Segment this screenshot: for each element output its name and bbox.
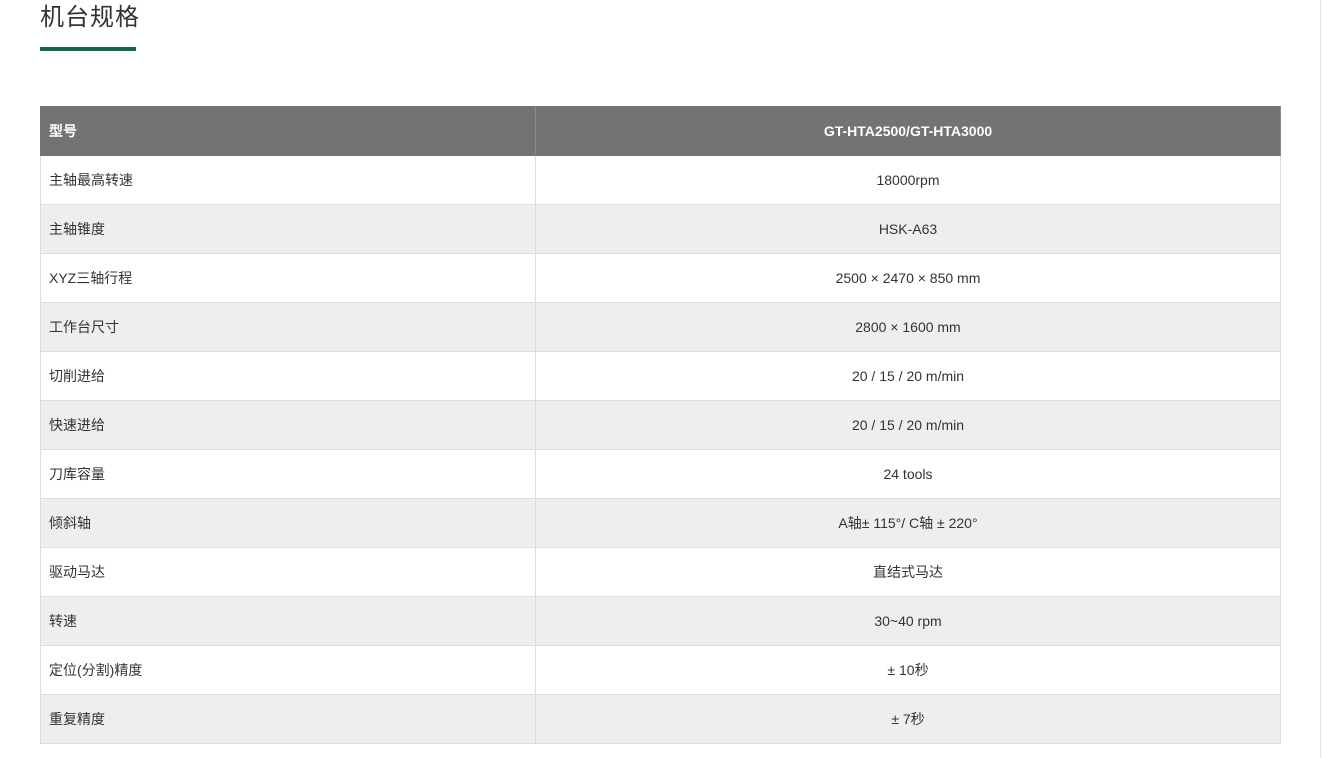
table-row: 主轴最高转速 18000rpm bbox=[40, 155, 1281, 205]
table-row: 重复精度 ± 7秒 bbox=[40, 694, 1281, 744]
row-value: ± 10秒 bbox=[535, 645, 1281, 695]
row-label: 切削进给 bbox=[40, 351, 536, 401]
row-label: XYZ三轴行程 bbox=[40, 253, 536, 303]
header-model-cell: GT-HTA2500/GT-HTA3000 bbox=[535, 106, 1281, 156]
row-value: A轴± 115°/ C轴 ± 220° bbox=[535, 498, 1281, 548]
row-value: 2500 × 2470 × 850 mm bbox=[535, 253, 1281, 303]
row-label: 倾斜轴 bbox=[40, 498, 536, 548]
row-value: 30~40 rpm bbox=[535, 596, 1281, 646]
spec-table: 型号 GT-HTA2500/GT-HTA3000 主轴最高转速 18000rpm… bbox=[40, 106, 1281, 744]
row-label: 工作台尺寸 bbox=[40, 302, 536, 352]
row-value: 20 / 15 / 20 m/min bbox=[535, 351, 1281, 401]
table-row: 主轴锥度 HSK-A63 bbox=[40, 204, 1281, 254]
row-label: 重复精度 bbox=[40, 694, 536, 744]
table-row: 转速 30~40 rpm bbox=[40, 596, 1281, 646]
table-row: 工作台尺寸 2800 × 1600 mm bbox=[40, 302, 1281, 352]
header-label-cell: 型号 bbox=[40, 106, 536, 156]
table-row: 驱动马达 直结式马达 bbox=[40, 547, 1281, 597]
section-title: 机台规格 bbox=[40, 4, 140, 31]
row-value: 20 / 15 / 20 m/min bbox=[535, 400, 1281, 450]
table-row: 定位(分割)精度 ± 10秒 bbox=[40, 645, 1281, 695]
table-row: 倾斜轴 A轴± 115°/ C轴 ± 220° bbox=[40, 498, 1281, 548]
row-label: 刀库容量 bbox=[40, 449, 536, 499]
table-row: XYZ三轴行程 2500 × 2470 × 850 mm bbox=[40, 253, 1281, 303]
row-label: 转速 bbox=[40, 596, 536, 646]
row-value: 18000rpm bbox=[535, 155, 1281, 205]
title-underline bbox=[40, 47, 136, 51]
row-value: 24 tools bbox=[535, 449, 1281, 499]
table-row: 快速进给 20 / 15 / 20 m/min bbox=[40, 400, 1281, 450]
table-row: 切削进给 20 / 15 / 20 m/min bbox=[40, 351, 1281, 401]
page-right-border bbox=[1320, 0, 1321, 758]
row-label: 主轴最高转速 bbox=[40, 155, 536, 205]
table-header-row: 型号 GT-HTA2500/GT-HTA3000 bbox=[40, 106, 1281, 156]
row-value: 直结式马达 bbox=[535, 547, 1281, 597]
row-label: 定位(分割)精度 bbox=[40, 645, 536, 695]
row-value: HSK-A63 bbox=[535, 204, 1281, 254]
table-row: 刀库容量 24 tools bbox=[40, 449, 1281, 499]
row-label: 驱动马达 bbox=[40, 547, 536, 597]
row-label: 主轴锥度 bbox=[40, 204, 536, 254]
row-value: 2800 × 1600 mm bbox=[535, 302, 1281, 352]
row-value: ± 7秒 bbox=[535, 694, 1281, 744]
row-label: 快速进给 bbox=[40, 400, 536, 450]
